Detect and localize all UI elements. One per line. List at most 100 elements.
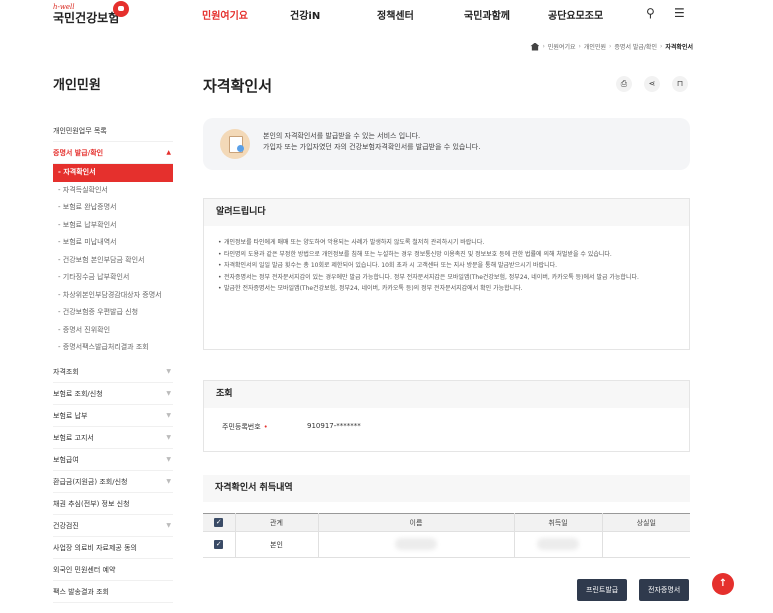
sidebar-subitem[interactable]: - 건강보험증 우편발급 신청: [53, 304, 173, 322]
bookmark-icon[interactable]: ⊓: [672, 76, 688, 92]
notice-item: 개인정보를 타인에게 매매 또는 양도하여 악용되는 사례가 발생하지 않도록 …: [218, 238, 675, 248]
caret-down-icon: ▼: [166, 433, 171, 441]
sidebar-item[interactable]: 건강검진 ▼: [53, 515, 173, 537]
chevron-right-icon: ›: [659, 43, 663, 50]
breadcrumb: › 민원여기요 › 개인민원 › 증명서 발급/확인 › 자격확인서: [530, 42, 693, 51]
lost-date-cell: [602, 531, 690, 558]
sidebar-item-label: - 보험료 완납증명서: [58, 203, 117, 211]
sidebar-subitem[interactable]: - 보험료 미납내역서: [53, 234, 173, 252]
nav-item-minwon[interactable]: 민원여기요: [202, 7, 248, 22]
print-issue-button[interactable]: 프린트발급: [577, 579, 628, 601]
sidebar-item-label: 보험급여: [53, 455, 79, 464]
header-checkbox[interactable]: ✓: [203, 513, 236, 532]
sidebar-title: 개인민원: [53, 78, 101, 93]
nav-item-health-in[interactable]: 건강iN: [290, 7, 320, 22]
history-section: 자격확인서 취득내역 ✓ 관계 이름 취득일 상실일 ✓ 본인: [203, 475, 690, 558]
sidebar-item-label: 채권 추심(전부) 정보 신청: [53, 499, 130, 508]
share-icon[interactable]: ⋖: [644, 76, 660, 92]
caret-down-icon: ▼: [166, 521, 171, 529]
inquiry-title: 조회: [204, 381, 689, 408]
acquired-date-cell: [514, 531, 603, 558]
sidebar-subitem[interactable]: - 차상위본인부담경감대상자 증명서: [53, 287, 173, 305]
sidebar-item-label: 팩스 발송결과 조회: [53, 587, 109, 596]
sidebar-subitem[interactable]: - 증명서팩스발급처리결과 조회: [53, 339, 173, 357]
sidebar-item[interactable]: 개인민원업무 목록: [53, 120, 173, 142]
sidebar-item-label: - 보험료 미납내역서: [58, 238, 117, 246]
sidebar-item-label: 보험료 조회/신청: [53, 389, 103, 398]
row-checkbox[interactable]: ✓: [203, 531, 236, 558]
sidebar-item[interactable]: 보험료 조회/신청 ▼: [53, 383, 173, 405]
column-header: 상실일: [602, 513, 690, 532]
sidebar-item-label: 증명서 발급/확인: [53, 149, 104, 157]
intro-line: 본인의 자격확인서를 발급받을 수 있는 서비스 입니다.: [263, 132, 421, 140]
sidebar-subitem[interactable]: - 건강보험 본인부담금 확인서: [53, 252, 173, 270]
print-icon[interactable]: ⎙: [616, 76, 632, 92]
caret-down-icon: ▼: [166, 411, 171, 419]
breadcrumb-item[interactable]: 증명서 발급/확인: [614, 42, 657, 51]
sidebar-item[interactable]: 보험료 고지서 ▼: [53, 427, 173, 449]
column-header: 취득일: [514, 513, 603, 532]
notice-title: 알려드립니다: [204, 199, 689, 226]
sidebar-subitem[interactable]: - 자격득실확인서: [53, 182, 173, 200]
intro-box: 본인의 자격확인서를 발급받을 수 있는 서비스 입니다. 가입자 또는 가입자…: [203, 118, 690, 170]
sidebar-subitem[interactable]: - 증명서 진위확인: [53, 322, 173, 340]
nav-item-about[interactable]: 공단요모조모: [548, 7, 603, 22]
rrn-value: 910917-*******: [307, 422, 361, 430]
sidebar-item-label: 건강검진: [53, 521, 79, 530]
sidebar-item-label: 환급금(지원금) 조회/신청: [53, 477, 128, 486]
sidebar-item-label: - 기타징수금 납부확인서: [58, 273, 130, 281]
sidebar-item[interactable]: 증명서 발급/확인 ▲: [53, 142, 173, 164]
caret-down-icon: ▼: [166, 367, 171, 375]
sidebar-item-label: - 증명서 진위확인: [58, 325, 111, 334]
sidebar-item-label: - 건강보험증 우편발급 신청: [58, 308, 139, 316]
sidebar-item-label: 외국인 민원센터 예약: [53, 565, 116, 574]
sidebar-item-label: 보험료 납부: [53, 411, 88, 420]
sidebar-item-label: - 증명서팩스발급처리결과 조회: [58, 343, 149, 351]
sidebar-item[interactable]: 채권 추심(전부) 정보 신청: [53, 493, 173, 515]
relation-cell: 본인: [235, 531, 319, 558]
nav-item-with-people[interactable]: 국민과함께: [464, 7, 510, 22]
intro-line: 가입자 또는 가입자였던 자의 건강보험자격확인서를 발급받을 수 있습니다.: [263, 143, 481, 151]
sidebar-subitem[interactable]: - 보험료 완납증명서: [53, 199, 173, 217]
sidebar-item[interactable]: 환급금(지원금) 조회/신청 ▼: [53, 471, 173, 493]
search-icon[interactable]: ⚲: [646, 6, 655, 20]
sidebar-item[interactable]: 사업장 의료비 자료제공 동의: [53, 537, 173, 559]
menu-icon[interactable]: ☰: [674, 6, 685, 20]
sidebar-subitem[interactable]: - 자격확인서: [53, 164, 173, 182]
chevron-right-icon: ›: [609, 43, 612, 50]
sidebar-item[interactable]: 팩스 발송결과 조회: [53, 581, 173, 603]
sidebar-item-label: - 자격확인서: [58, 168, 96, 176]
sidebar-item-label: 보험료 고지서: [53, 433, 94, 442]
sidebar-item[interactable]: 보험료 납부 ▼: [53, 405, 173, 427]
rrn-label: 주민등록번호 •: [222, 422, 268, 432]
breadcrumb-item[interactable]: 민원여기요: [548, 42, 576, 51]
header: h-well 국민건강보험 민원여기요 건강iN 정책센터 국민과함께 공단요모…: [0, 0, 773, 34]
scroll-top-icon[interactable]: ↑: [712, 573, 734, 595]
notice-section: 알려드립니다 개인정보를 타인에게 매매 또는 양도하여 악용되는 사례가 발생…: [203, 198, 690, 350]
certificate-icon: [220, 129, 250, 159]
inquiry-section: 조회 주민등록번호 • 910917-*******: [203, 380, 690, 452]
caret-down-icon: ▼: [166, 389, 171, 397]
required-mark: •: [263, 423, 268, 431]
redacted-date: [537, 537, 579, 550]
electronic-certificate-button[interactable]: 전자증명서: [639, 579, 690, 601]
sidebar-subitem[interactable]: - 기타징수금 납부확인서: [53, 269, 173, 287]
checkbox-checked-icon: ✓: [214, 518, 224, 527]
breadcrumb-item[interactable]: 개인민원: [584, 42, 606, 51]
notice-item: 발급한 전자증명서는 모바일앱(The건강보험, 정부24, 네이버, 카카오톡…: [218, 284, 675, 294]
notice-item: 자격확인서의 일일 발급 횟수는 총 10회로 제한되어 있습니다. 10회 초…: [218, 261, 675, 271]
sidebar-item[interactable]: 자격조회 ▼: [53, 361, 173, 383]
sidebar-subitem[interactable]: - 보험료 납부확인서: [53, 217, 173, 235]
nav-item-policy-center[interactable]: 정책센터: [377, 7, 414, 22]
sidebar-item[interactable]: 보험급여 ▼: [53, 449, 173, 471]
notice-item: 전자증명서는 정부 전자문서지갑이 있는 경우에만 발급 가능합니다. 정부 전…: [218, 273, 675, 283]
sidebar: 개인민원업무 목록 증명서 발급/확인 ▲ - 자격확인서 - 자격득실확인서 -…: [53, 120, 173, 603]
breadcrumb-current: 자격확인서: [665, 44, 693, 51]
home-icon[interactable]: [530, 42, 540, 51]
sidebar-item-label: 개인민원업무 목록: [53, 127, 107, 135]
sidebar-item[interactable]: 외국인 민원센터 예약: [53, 559, 173, 581]
history-table: ✓ 관계 이름 취득일 상실일 ✓ 본인: [203, 513, 690, 558]
checkbox-checked-icon: ✓: [214, 540, 224, 549]
table-row: ✓ 본인: [203, 531, 690, 558]
caret-down-icon: ▼: [166, 477, 171, 485]
